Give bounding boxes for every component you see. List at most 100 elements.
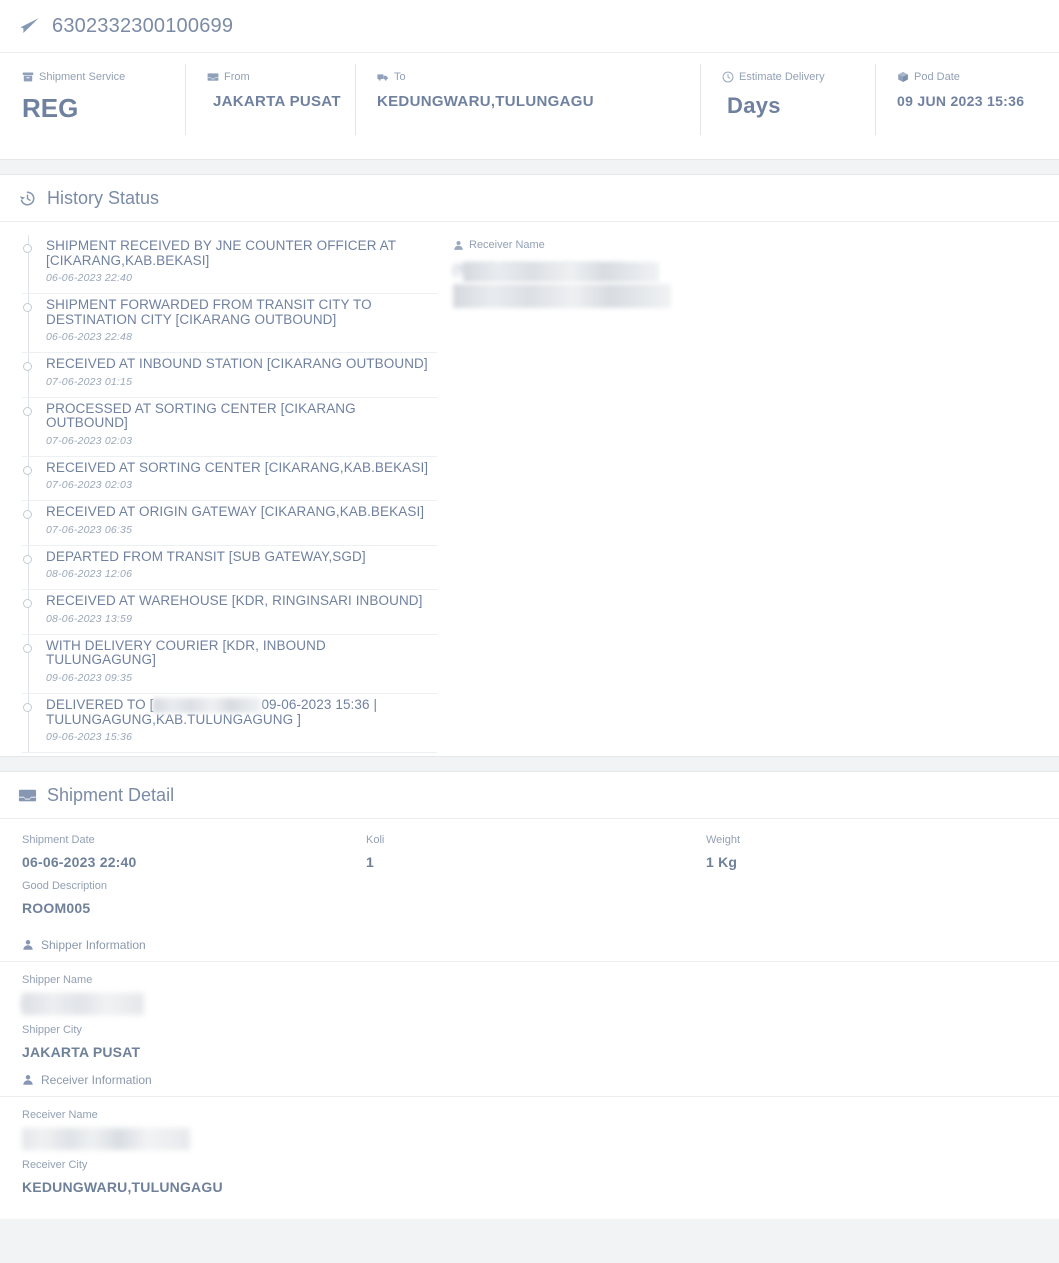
shipment-date-value: 06-06-2023 22:40 [22, 854, 137, 870]
history-status-header: History Status [0, 175, 1059, 222]
timeline-item-text: WITH DELIVERY COURIER [KDR, INBOUND TULU… [46, 637, 326, 667]
delivered-prefix: DELIVERED TO [ [46, 696, 154, 712]
timeline-dot-icon [23, 510, 32, 519]
shipment-service-label: Shipment Service [39, 71, 126, 83]
estimate-delivery-label: Estimate Delivery [739, 71, 825, 83]
timeline-item-time: 08-06-2023 12:06 [46, 568, 133, 580]
timeline-delivered-text: DELIVERED TO [09-06-2023 15:36 | TULUNGA… [46, 694, 437, 728]
archive-box-icon [22, 72, 34, 82]
receiver-detail-name-label: Receiver Name [22, 1109, 98, 1121]
summary-field-shipment-service: Shipment Service REG [0, 70, 185, 159]
koli-value: 1 [366, 854, 374, 870]
summary-field-to: To KEDUNGWARU,TULUNGAGU [355, 64, 700, 159]
timeline-item-time: 06-06-2023 22:48 [46, 331, 133, 343]
timeline-item: SHIPMENT FORWARDED FROM TRANSIT CITY TO … [22, 294, 437, 353]
timeline-dot-icon [23, 465, 32, 475]
timeline-dot-icon [23, 362, 32, 371]
weight-value: 1 Kg [706, 854, 738, 870]
timeline-dot-icon [23, 554, 32, 564]
timeline-item-time: 09-06-2023 15:36 [46, 731, 133, 743]
timeline-item: RECEIVED AT SORTING CENTER [CIKARANG,KAB… [22, 456, 437, 501]
timeline-item-time: 07-06-2023 02:03 [46, 434, 133, 447]
timeline-dot-icon [23, 303, 32, 312]
estimate-delivery-label-row: Estimate Delivery [722, 70, 875, 84]
awb-number: 6302332300100699 [52, 14, 234, 37]
summary-field-estimate-delivery: Estimate Delivery Days [700, 64, 875, 159]
history-status-body: SHIPMENT RECEIVED BY JNE COUNTER OFFICER… [0, 222, 1059, 753]
shipment-detail-grid: Shipment Date 06-06-2023 22:40 Good Desc… [0, 819, 1059, 925]
shipment-service-label-row: Shipment Service [22, 70, 185, 84]
timeline-item-text: RECEIVED AT ORIGIN GATEWAY [CIKARANG,KAB… [46, 504, 425, 519]
history-receiver-panel: Receiver Name (YANG BERSANGKUTAN) [453, 235, 723, 753]
to-label-row: To [377, 70, 700, 84]
shipment-service-value: REG [22, 93, 79, 123]
history-timeline: SHIPMENT RECEIVED BY JNE COUNTER OFFICER… [22, 235, 437, 753]
person-icon [23, 940, 33, 950]
inbox-tray-icon [18, 789, 37, 801]
from-value: JAKARTA PUSAT [213, 93, 341, 110]
person-icon [23, 1075, 33, 1085]
from-label: From [224, 71, 250, 83]
receiver-name-label-row: Receiver Name [453, 238, 723, 252]
pod-date-label-row: Pod Date [897, 70, 1059, 84]
timeline-item-time: 07-06-2023 01:15 [46, 375, 133, 388]
good-description-value: ROOM005 [22, 900, 91, 916]
truck-icon [377, 74, 388, 81]
timeline-item-time: 08-06-2023 13:59 [46, 612, 133, 625]
history-status-title: History Status [47, 187, 160, 208]
shipment-summary-card: 6302332300100699 Shipment Service REG Fr… [0, 0, 1059, 160]
timeline-item: PROCESSED AT SORTING CENTER [CIKARANG OU… [22, 397, 437, 457]
timeline-item-text: SHIPMENT RECEIVED BY JNE COUNTER OFFICER… [46, 238, 396, 268]
timeline-item-text: RECEIVED AT INBOUND STATION [CIKARANG OU… [46, 356, 428, 371]
receiver-name-value-wrap [22, 1128, 222, 1154]
receiver-name-value-wrap: (YANG BERSANGKUTAN) [453, 260, 723, 316]
receiver-information-body: Receiver Name Receiver City KEDUNGWARU,T… [0, 1097, 1059, 1195]
cube-icon [898, 72, 908, 82]
timeline-item: DEPARTED FROM TRANSIT [SUB GATEWAY,SGD] … [22, 545, 437, 590]
awb-row: 6302332300100699 [0, 0, 1059, 53]
detail-column-dates: Shipment Date 06-06-2023 22:40 Good Desc… [22, 833, 366, 925]
timeline-item-text: RECEIVED AT WAREHOUSE [KDR, RINGINSARI I… [46, 593, 423, 608]
timeline-dot-icon [23, 702, 32, 712]
shipper-information-header: Shipper Information [0, 938, 1059, 962]
shipper-information-body: Shipper Name RB INDONESIA Shipper City J… [0, 962, 1059, 1060]
redacted-receiver-detail-name [22, 1128, 190, 1150]
receiver-city-label: Receiver City [22, 1159, 88, 1171]
timeline-item-time: 07-06-2023 06:35 [46, 523, 133, 536]
shipper-name-value-wrap: RB INDONESIA [22, 993, 192, 1019]
shipment-date-label: Shipment Date [22, 834, 95, 846]
weight-label: Weight [706, 834, 741, 846]
detail-column-koli: Koli 1 [366, 833, 706, 925]
timeline-item-delivered: DELIVERED TO [09-06-2023 15:36 | TULUNGA… [22, 693, 437, 753]
shipment-detail-header: Shipment Detail [0, 772, 1059, 819]
to-label: To [394, 71, 406, 83]
timeline-item-text: DEPARTED FROM TRANSIT [SUB GATEWAY,SGD] [46, 548, 366, 564]
timeline-item: WITH DELIVERY COURIER [KDR, INBOUND TULU… [22, 634, 437, 694]
summary-field-pod-date: Pod Date 09 JUN 2023 15:36 [875, 64, 1059, 159]
history-clock-icon [19, 190, 35, 206]
timeline-item-text: SHIPMENT FORWARDED FROM TRANSIT CITY TO … [46, 297, 372, 327]
redacted-receiver-name [153, 697, 262, 713]
timeline-item: SHIPMENT RECEIVED BY JNE COUNTER OFFICER… [22, 235, 437, 294]
timeline-item-text: PROCESSED AT SORTING CENTER [CIKARANG OU… [46, 400, 356, 430]
timeline-item-time: 07-06-2023 02:03 [46, 479, 133, 491]
timeline-item: RECEIVED AT WAREHOUSE [KDR, RINGINSARI I… [22, 590, 437, 635]
receiver-name-label: Receiver Name [469, 239, 545, 251]
summary-columns: Shipment Service REG From JAKARTA PUSAT [0, 53, 1059, 159]
receiver-information-title: Receiver Information [41, 1073, 152, 1087]
tracking-page: 6302332300100699 Shipment Service REG Fr… [0, 0, 1059, 1263]
summary-field-from: From JAKARTA PUSAT [185, 64, 355, 159]
shipper-city-value: JAKARTA PUSAT [22, 1044, 141, 1060]
timeline-item: RECEIVED AT ORIGIN GATEWAY [CIKARANG,KAB… [22, 501, 437, 546]
timeline-item-time: 06-06-2023 22:40 [46, 272, 133, 284]
pod-date-value: 09 JUN 2023 15:36 [897, 93, 1025, 109]
from-label-row: From [207, 70, 355, 84]
clock-icon [722, 71, 734, 83]
person-icon [454, 240, 463, 250]
shipper-information-title: Shipper Information [41, 938, 146, 952]
shipper-name-label: Shipper Name [22, 974, 93, 986]
inbox-tray-icon [207, 73, 219, 81]
paper-plane-icon [20, 18, 39, 33]
timeline-dot-icon [23, 244, 32, 253]
detail-column-weight: Weight 1 Kg [706, 833, 1006, 925]
